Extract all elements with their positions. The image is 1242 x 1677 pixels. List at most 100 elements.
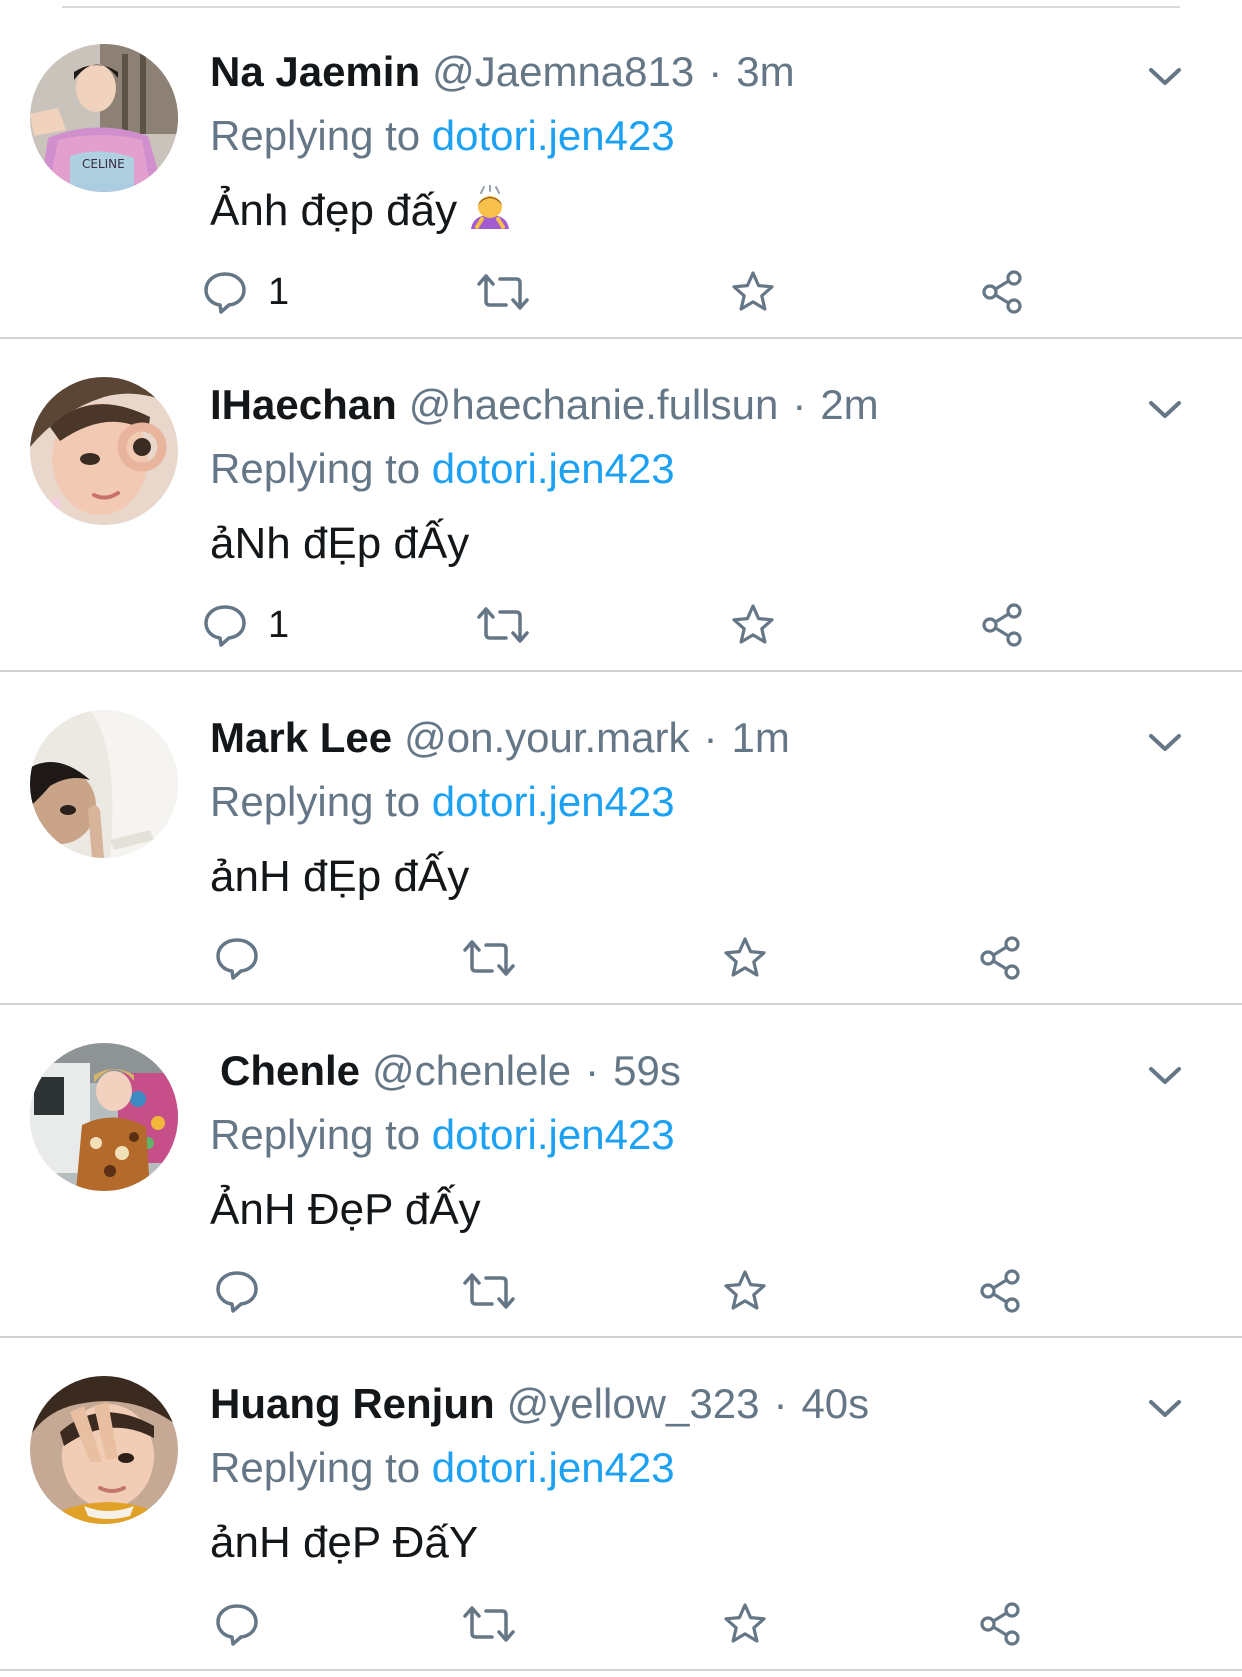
replying-to-line: Replying to dotori.jen423 bbox=[210, 774, 675, 830]
replying-to-link[interactable]: dotori.jen423 bbox=[432, 112, 675, 159]
star-icon bbox=[722, 1268, 768, 1314]
replying-to-label: Replying to bbox=[210, 445, 421, 492]
display-name[interactable]: Huang Renjun bbox=[210, 1380, 495, 1427]
display-name[interactable]: Na Jaemin bbox=[210, 48, 420, 95]
reply-button[interactable] bbox=[214, 930, 280, 986]
retweet-icon bbox=[462, 935, 516, 981]
timestamp: 40s bbox=[801, 1380, 870, 1427]
star-icon bbox=[722, 1601, 768, 1647]
timestamp: 3m bbox=[736, 48, 795, 95]
separator-dot: · bbox=[792, 381, 807, 428]
chevron-down-icon[interactable] bbox=[1143, 56, 1187, 96]
reply-item[interactable]: CELINE Na Jaemin @Jaemna813 · 3m Replying t… bbox=[0, 6, 1242, 339]
replying-to-label: Replying to bbox=[210, 1111, 421, 1158]
speech-bubble-icon bbox=[214, 935, 260, 981]
replying-to-line: Replying to dotori.jen423 bbox=[210, 441, 675, 497]
retweet-button[interactable] bbox=[462, 930, 516, 986]
reply-item[interactable]: IHaechan @haechanie.fullsun · 2m Replying t… bbox=[0, 339, 1242, 672]
user-handle[interactable]: @haechanie.fullsun bbox=[409, 381, 779, 428]
like-button[interactable] bbox=[730, 597, 776, 653]
timestamp: 1m bbox=[731, 714, 790, 761]
retweet-button[interactable] bbox=[476, 597, 530, 653]
chevron-down-icon[interactable] bbox=[1143, 1388, 1187, 1428]
user-handle[interactable]: @yellow_323 bbox=[507, 1380, 760, 1427]
avatar[interactable] bbox=[30, 1043, 178, 1191]
reply-header: IHaechan @haechanie.fullsun · 2m bbox=[210, 377, 879, 433]
share-icon bbox=[978, 1268, 1024, 1314]
replying-to-link[interactable]: dotori.jen423 bbox=[432, 1111, 675, 1158]
replying-to-label: Replying to bbox=[210, 1444, 421, 1491]
retweet-icon bbox=[476, 269, 530, 315]
display-name[interactable]: Mark Lee bbox=[210, 714, 392, 761]
chevron-down-icon[interactable] bbox=[1143, 389, 1187, 429]
chevron-down-icon[interactable] bbox=[1143, 1055, 1187, 1095]
chevron-down-icon[interactable] bbox=[1143, 722, 1187, 762]
share-icon bbox=[980, 269, 1026, 315]
reply-text-content: Ảnh đẹp đấy bbox=[210, 186, 458, 235]
reply-header: Chenle @chenlele · 59s bbox=[220, 1043, 681, 1099]
reply-text: ảnH đẸp đẤy bbox=[210, 852, 470, 901]
retweet-icon bbox=[462, 1601, 516, 1647]
user-handle[interactable]: @on.your.mark bbox=[404, 714, 689, 761]
retweet-button[interactable] bbox=[462, 1596, 516, 1652]
separator-dot: · bbox=[703, 714, 718, 761]
reply-text: ảnH đẹP ĐấY bbox=[210, 1518, 479, 1567]
reply-count: 1 bbox=[268, 604, 290, 646]
reply-header: Na Jaemin @Jaemna813 · 3m bbox=[210, 44, 795, 100]
share-icon bbox=[978, 935, 1024, 981]
user-handle[interactable]: @chenlele bbox=[372, 1047, 571, 1094]
replying-to-label: Replying to bbox=[210, 112, 421, 159]
display-name[interactable]: Chenle bbox=[220, 1047, 360, 1094]
reply-item[interactable]: Mark Lee @on.your.mark · 1m Replying to dot… bbox=[0, 672, 1242, 1005]
reply-count: 1 bbox=[268, 271, 290, 313]
like-button[interactable] bbox=[722, 1596, 768, 1652]
avatar[interactable] bbox=[30, 377, 178, 525]
reply-item[interactable]: Chenle @chenlele · 59s Replying to dotori.j… bbox=[0, 1005, 1242, 1338]
like-button[interactable] bbox=[730, 264, 776, 320]
speech-bubble-icon bbox=[214, 1601, 260, 1647]
avatar[interactable] bbox=[30, 710, 178, 858]
share-icon bbox=[980, 602, 1026, 648]
timestamp: 2m bbox=[820, 381, 879, 428]
speech-bubble-icon bbox=[202, 269, 248, 315]
reply-header: Huang Renjun @yellow_323 · 40s bbox=[210, 1376, 869, 1432]
timestamp: 59s bbox=[613, 1047, 681, 1094]
separator-dot: · bbox=[708, 48, 723, 95]
replying-to-line: Replying to dotori.jen423 bbox=[210, 1107, 675, 1163]
share-button[interactable] bbox=[978, 1263, 1024, 1319]
reply-text: Ảnh đẹp đấy bbox=[210, 182, 513, 240]
separator-dot: · bbox=[585, 1047, 600, 1094]
reply-button[interactable] bbox=[214, 1263, 280, 1319]
reply-button[interactable]: 1 bbox=[202, 597, 289, 653]
reply-button[interactable] bbox=[214, 1596, 280, 1652]
reply-header: Mark Lee @on.your.mark · 1m bbox=[210, 710, 790, 766]
replying-to-line: Replying to dotori.jen423 bbox=[210, 1440, 675, 1496]
reply-item[interactable]: Huang Renjun @yellow_323 · 40s Replying to … bbox=[0, 1338, 1242, 1671]
star-icon bbox=[730, 602, 776, 648]
display-name[interactable]: IHaechan bbox=[210, 381, 397, 428]
replying-to-line: Replying to dotori.jen423 bbox=[210, 108, 675, 164]
speech-bubble-icon bbox=[214, 1268, 260, 1314]
like-button[interactable] bbox=[722, 1263, 768, 1319]
replying-to-link[interactable]: dotori.jen423 bbox=[432, 1444, 675, 1491]
replying-to-link[interactable]: dotori.jen423 bbox=[432, 445, 675, 492]
share-button[interactable] bbox=[978, 1596, 1024, 1652]
retweet-button[interactable] bbox=[462, 1263, 516, 1319]
share-button[interactable] bbox=[980, 264, 1026, 320]
avatar[interactable]: CELINE bbox=[30, 44, 178, 192]
user-handle[interactable]: @Jaemna813 bbox=[432, 48, 694, 95]
share-button[interactable] bbox=[980, 597, 1026, 653]
replying-to-link[interactable]: dotori.jen423 bbox=[432, 778, 675, 825]
share-button[interactable] bbox=[978, 930, 1024, 986]
person-bowing-emoji-icon bbox=[467, 184, 513, 231]
retweet-icon bbox=[462, 1268, 516, 1314]
star-icon bbox=[722, 935, 768, 981]
reply-button[interactable]: 1 bbox=[202, 264, 289, 320]
avatar[interactable] bbox=[30, 1376, 178, 1524]
speech-bubble-icon bbox=[202, 602, 248, 648]
like-button[interactable] bbox=[722, 930, 768, 986]
retweet-icon bbox=[476, 602, 530, 648]
star-icon bbox=[730, 269, 776, 315]
separator-dot: · bbox=[773, 1380, 788, 1427]
retweet-button[interactable] bbox=[476, 264, 530, 320]
